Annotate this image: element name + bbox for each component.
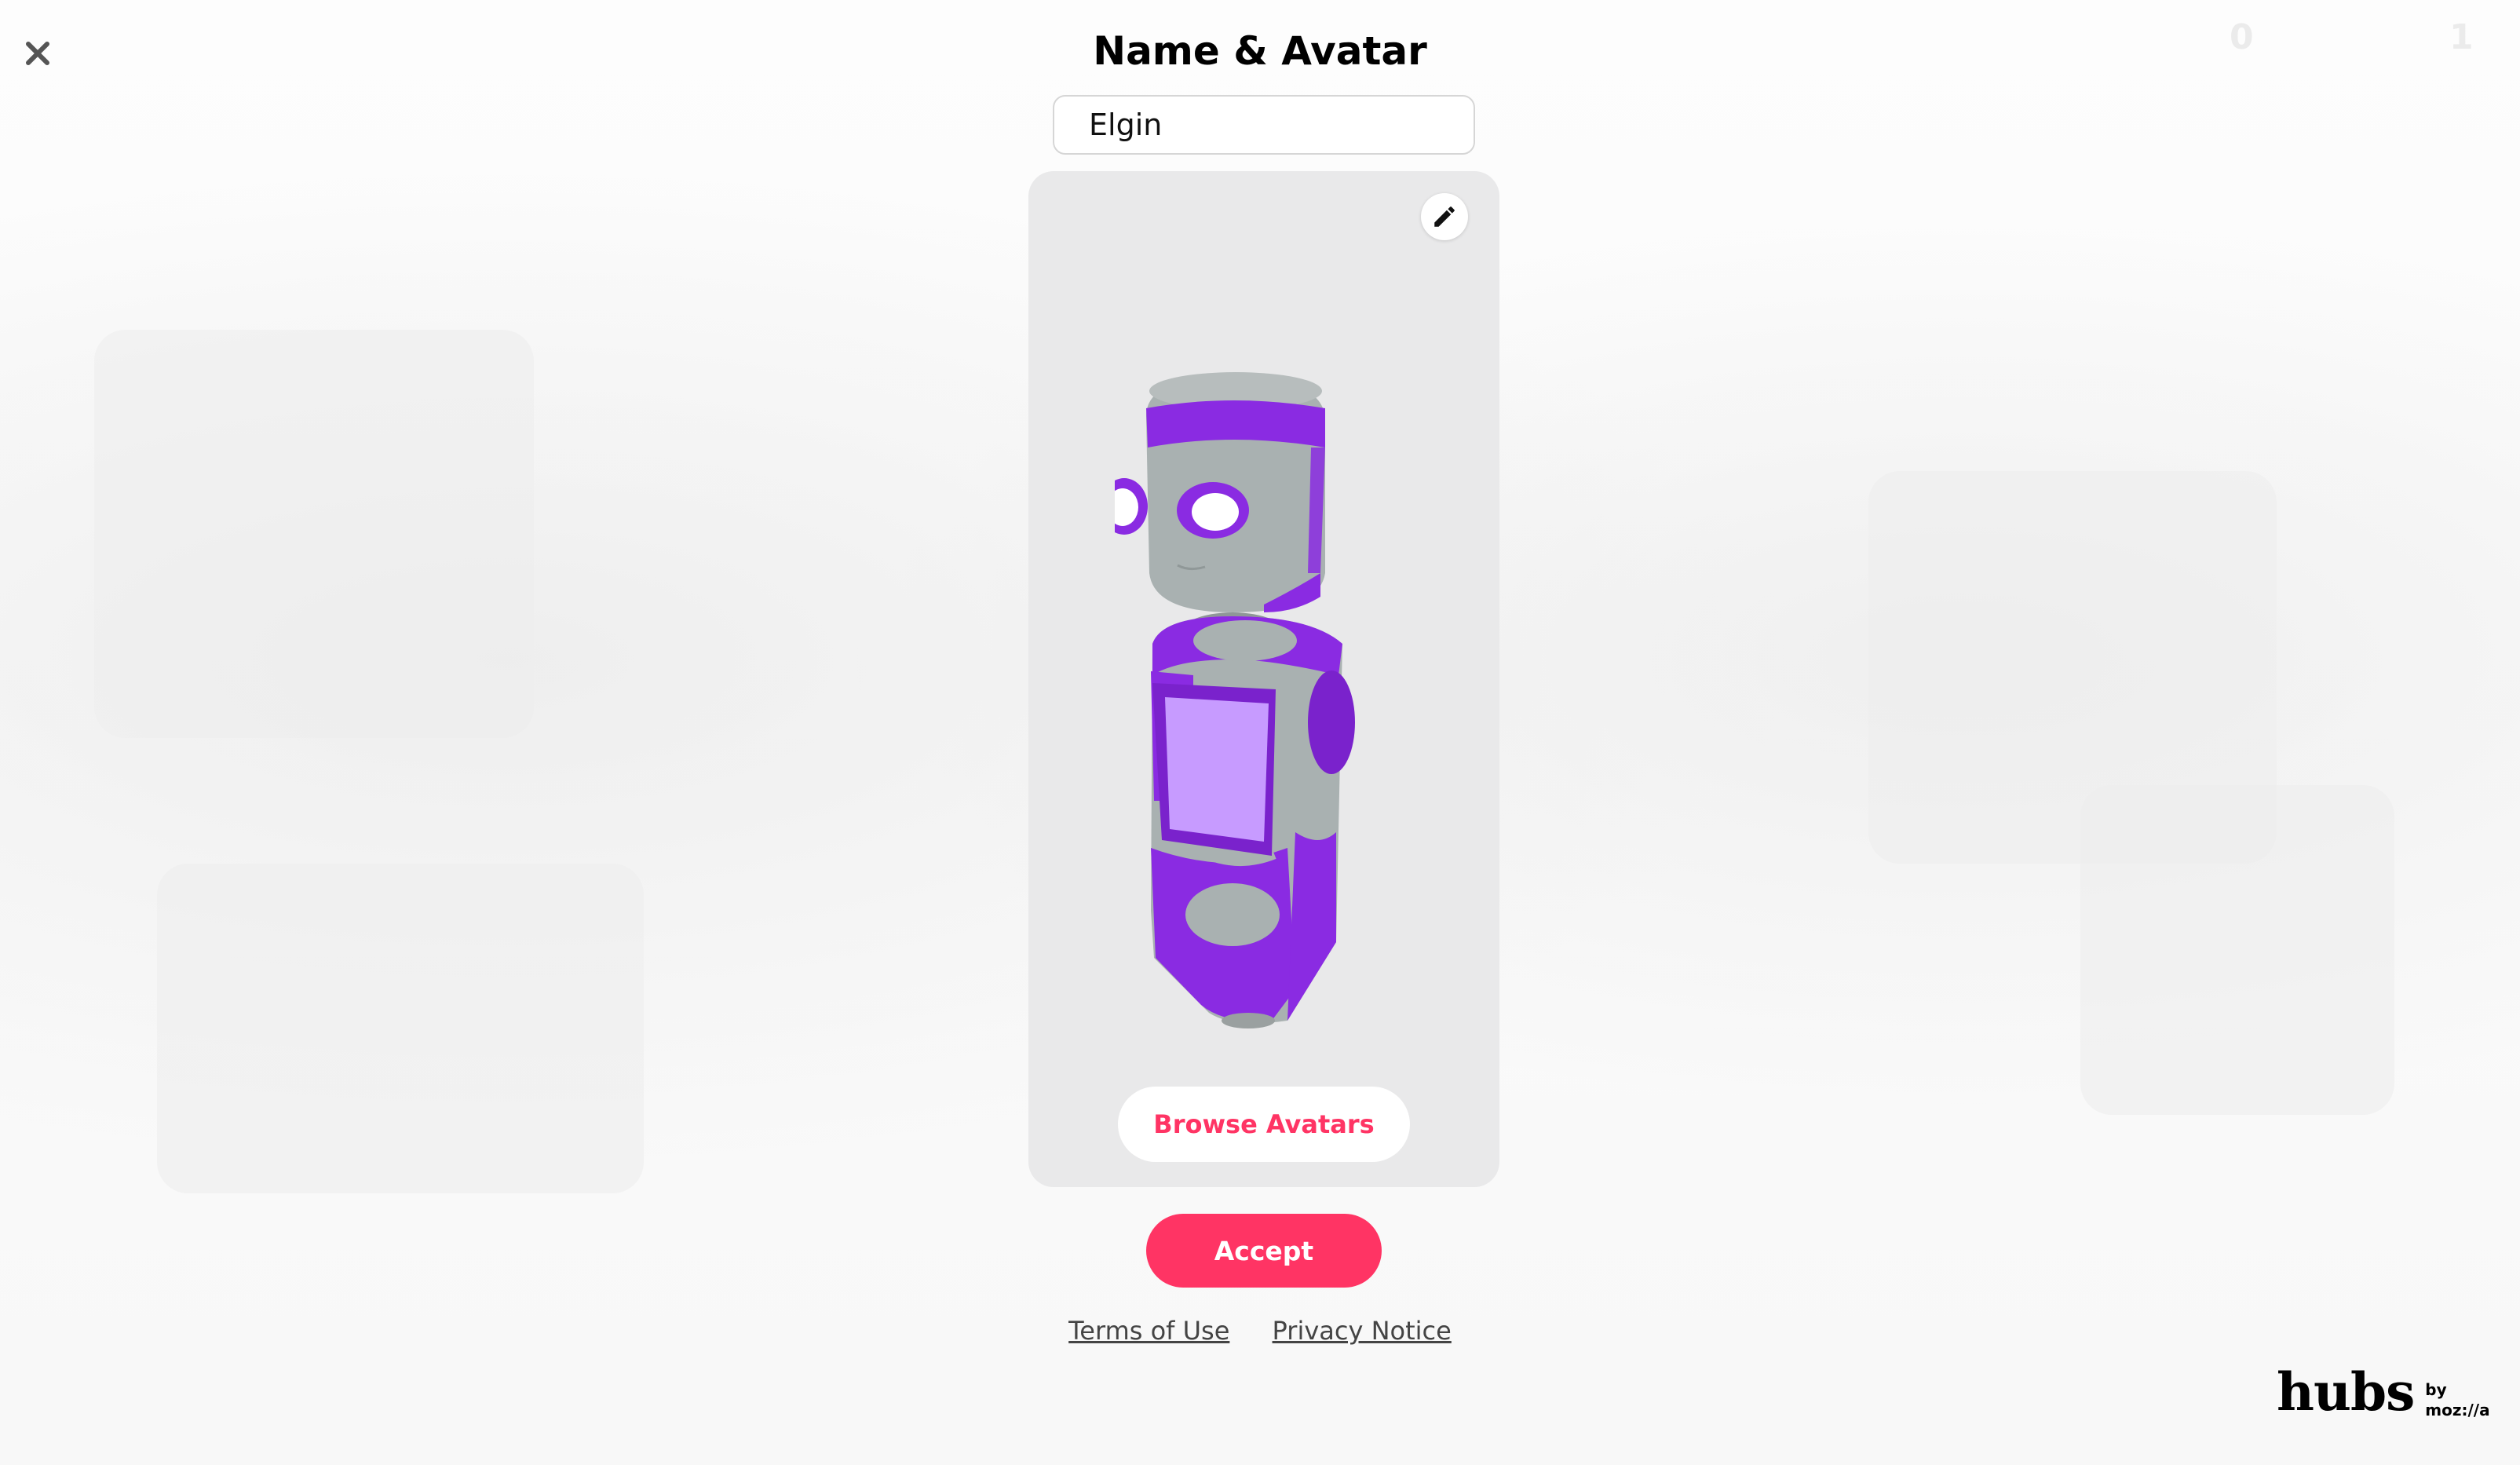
background-shape — [157, 864, 644, 1193]
legal-links: Terms of Use Privacy Notice — [0, 1316, 2520, 1346]
terms-of-use-link[interactable]: Terms of Use — [1068, 1316, 1229, 1346]
brand-name: hubs — [2277, 1361, 2415, 1423]
background-shape — [94, 330, 534, 738]
accept-button[interactable]: Accept — [1146, 1214, 1382, 1288]
background-shape — [2080, 785, 2394, 1115]
edit-avatar-button[interactable] — [1421, 193, 1468, 240]
pencil-icon — [1434, 206, 1455, 227]
brand-by: by — [2425, 1380, 2447, 1399]
browse-avatars-button[interactable]: Browse Avatars — [1118, 1087, 1410, 1162]
avatar-robot-image — [1115, 372, 1355, 1028]
dialog-title: Name & Avatar — [1093, 28, 1427, 74]
hubs-logo: hubs by moz://a — [2277, 1366, 2490, 1418]
display-name-input[interactable] — [1053, 95, 1475, 155]
brand-org: moz://a — [2425, 1401, 2490, 1419]
privacy-notice-link[interactable]: Privacy Notice — [1273, 1316, 1452, 1346]
